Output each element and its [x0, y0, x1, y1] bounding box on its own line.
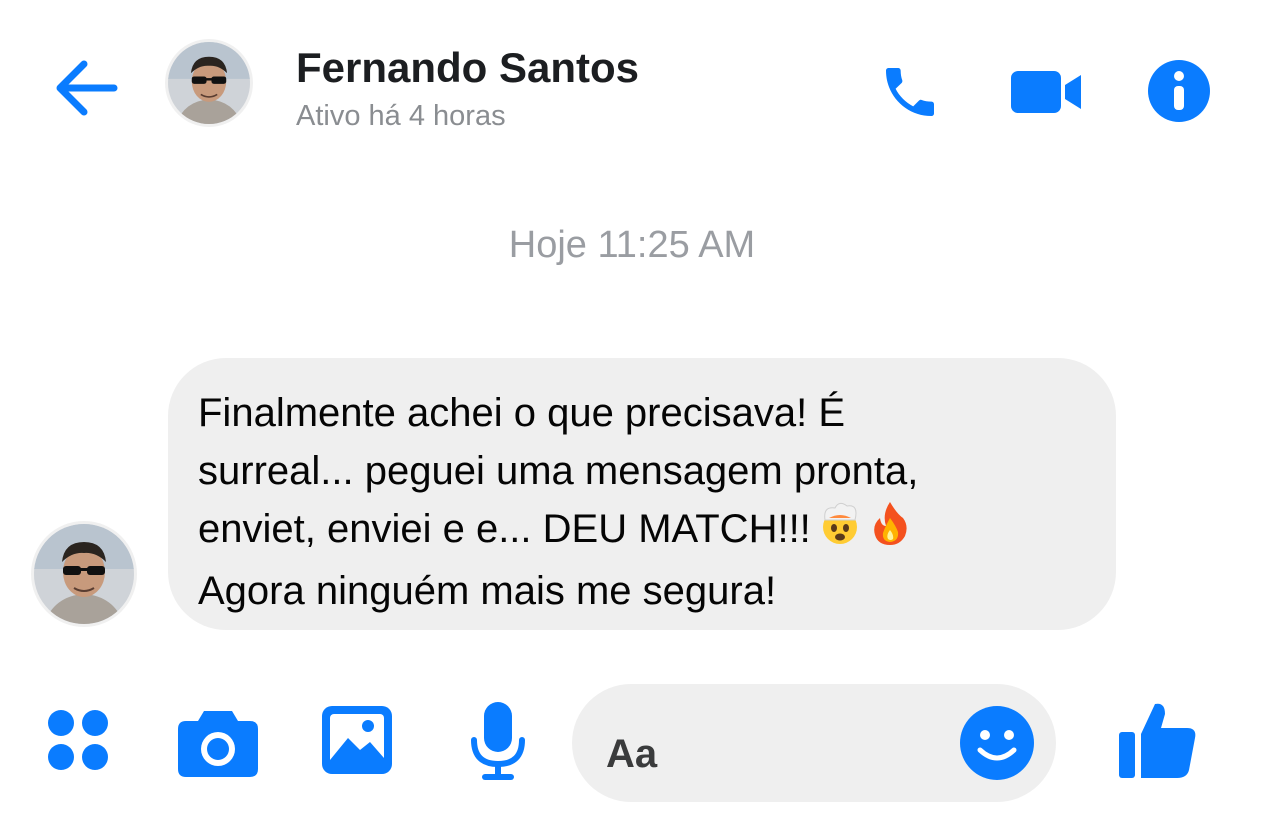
microphone-icon	[471, 702, 525, 780]
info-button[interactable]	[1140, 52, 1218, 130]
gallery-button[interactable]	[316, 700, 398, 780]
fire-emoji	[869, 500, 911, 562]
video-camera-icon	[1011, 71, 1081, 113]
apps-button[interactable]	[42, 704, 114, 776]
chat-header: Fernando Santos Ativo há 4 horas	[0, 0, 1264, 170]
image-icon	[322, 706, 392, 774]
contact-avatar[interactable]	[168, 42, 250, 124]
arrow-left-icon	[56, 60, 118, 116]
back-button[interactable]	[46, 52, 124, 124]
message-input-placeholder: Aa	[606, 732, 658, 776]
phone-icon	[886, 68, 934, 116]
like-button[interactable]	[1112, 694, 1202, 786]
smiley-icon	[960, 706, 1034, 780]
call-button[interactable]	[874, 56, 946, 128]
sender-avatar[interactable]	[34, 524, 134, 624]
message-line-with-emojis: enviet, enviei e e... DEU MATCH!!!	[198, 500, 1086, 562]
camera-icon	[178, 711, 258, 777]
active-status: Ativo há 4 horas	[296, 100, 506, 132]
message-line: Finalmente achei o que precisava! É	[198, 391, 846, 435]
thumbs-up-icon	[1119, 703, 1196, 778]
conversation-timestamp: Hoje 11:25 AM	[508, 224, 756, 266]
video-call-button[interactable]	[1006, 56, 1086, 128]
contact-name[interactable]: Fernando Santos	[296, 44, 639, 92]
apps-icon	[48, 710, 108, 770]
message-line: Agora ninguém mais me segura!	[198, 569, 777, 614]
message-bubble[interactable]: Finalmente achei o que precisava! É surr…	[168, 358, 1116, 630]
message-line-text: enviet, enviei e e... DEU MATCH!!!	[198, 507, 811, 551]
exploding-head-emoji	[817, 500, 863, 562]
camera-button[interactable]	[172, 702, 264, 782]
microphone-button[interactable]	[460, 696, 536, 788]
emoji-button[interactable]	[956, 702, 1038, 784]
composer-bar: Aa	[0, 680, 1264, 832]
info-icon	[1148, 60, 1210, 122]
message-line: surreal... peguei uma mensagem pronta,	[198, 449, 919, 493]
message-input[interactable]: Aa	[572, 684, 1056, 802]
